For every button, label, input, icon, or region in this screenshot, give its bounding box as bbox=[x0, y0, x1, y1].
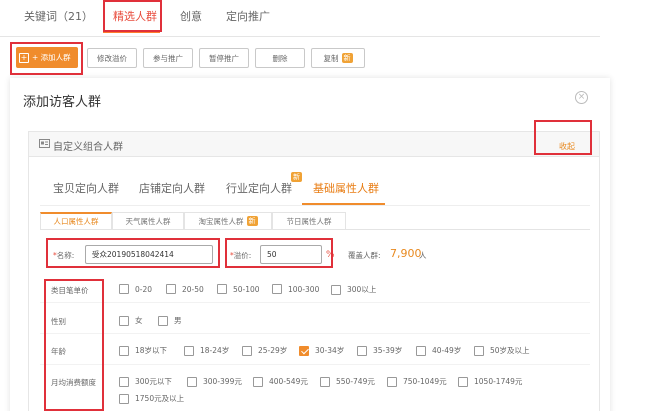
option-checkbox[interactable]: 20-50 bbox=[166, 284, 204, 294]
join-promotion-button[interactable]: 参与推广 bbox=[143, 48, 193, 68]
row-label-spend: 月均消费额度 bbox=[51, 378, 96, 387]
row-label-gender: 性别 bbox=[51, 317, 66, 326]
option-checkbox[interactable]: 18岁以下 bbox=[119, 345, 167, 356]
percent-sign: % bbox=[326, 250, 335, 260]
option-checkbox[interactable]: 25-29岁 bbox=[242, 345, 287, 356]
option-checkbox[interactable]: 30-34岁 bbox=[299, 345, 344, 356]
checkbox[interactable] bbox=[331, 284, 341, 295]
row-divider bbox=[40, 364, 590, 365]
tab-industry-audience[interactable]: 行业定向人群 bbox=[226, 180, 292, 196]
checkbox[interactable] bbox=[253, 376, 263, 387]
checkbox[interactable] bbox=[242, 345, 252, 356]
name-field[interactable]: 受众20190518042414 bbox=[85, 245, 213, 264]
checkbox[interactable] bbox=[474, 345, 484, 356]
audience-card-icon bbox=[39, 139, 50, 148]
option-checkbox[interactable]: 50岁及以上 bbox=[474, 345, 530, 356]
option-checkbox[interactable]: 550-749元 bbox=[320, 376, 375, 387]
checkbox[interactable] bbox=[272, 284, 282, 294]
plus-icon: + bbox=[19, 52, 29, 63]
option-checkbox[interactable]: 0-20 bbox=[119, 284, 152, 294]
checkbox[interactable] bbox=[119, 315, 129, 326]
panel-title: 添加访客人群 bbox=[23, 95, 102, 110]
checkbox[interactable] bbox=[184, 345, 194, 356]
tab-holiday[interactable]: 节日属性人群 bbox=[272, 212, 346, 229]
new-badge: 新 bbox=[341, 53, 353, 63]
modify-premium-button[interactable]: 修改溢价 bbox=[87, 48, 137, 68]
option-checkbox[interactable]: 400-549元 bbox=[253, 376, 308, 387]
copy-label: 复制 bbox=[323, 53, 339, 63]
checkbox[interactable] bbox=[119, 345, 129, 356]
row-divider bbox=[40, 302, 590, 303]
premium-label: *溢价: bbox=[230, 251, 252, 260]
tag-tabs-divider bbox=[40, 229, 590, 230]
new-badge: 新 bbox=[246, 216, 258, 226]
cover-count: 7,900 bbox=[390, 247, 422, 260]
option-checkbox[interactable]: 1750元及以上 bbox=[119, 393, 184, 404]
tab-selected-audience[interactable]: 精选人群 bbox=[113, 8, 157, 24]
tab-weather[interactable]: 天气属性人群 bbox=[112, 212, 184, 229]
delete-button[interactable]: 删除 bbox=[255, 48, 305, 68]
tabs-divider bbox=[0, 36, 600, 37]
option-checkbox[interactable]: 750-1049元 bbox=[387, 376, 447, 387]
checkbox[interactable] bbox=[166, 284, 176, 294]
option-checkbox[interactable]: 男 bbox=[158, 315, 182, 326]
checkbox[interactable] bbox=[357, 345, 367, 356]
tab-creative[interactable]: 创意 bbox=[180, 8, 202, 24]
tab-basic-attribute-audience[interactable]: 基础属性人群 bbox=[313, 180, 379, 196]
add-audience-label: + 添加人群 bbox=[32, 53, 71, 62]
tab-taobao-label: 淘宝属性人群 bbox=[198, 216, 244, 226]
tab-demographic[interactable]: 人口属性人群 bbox=[40, 212, 112, 229]
checkbox[interactable] bbox=[119, 393, 129, 404]
tab-keywords[interactable]: 关键词（21） bbox=[24, 8, 93, 24]
checkbox[interactable] bbox=[158, 315, 168, 326]
option-checkbox[interactable]: 50-100 bbox=[217, 284, 260, 294]
checkbox[interactable] bbox=[458, 376, 468, 387]
checkbox[interactable] bbox=[119, 376, 129, 387]
checkbox[interactable] bbox=[387, 376, 397, 387]
option-checkbox[interactable]: 女 bbox=[119, 315, 143, 326]
row-label-price: 类目笔单价 bbox=[51, 286, 89, 295]
pause-promotion-button[interactable]: 暂停推广 bbox=[199, 48, 249, 68]
cover-label: 覆盖人群: bbox=[348, 251, 381, 260]
checkbox[interactable] bbox=[217, 284, 227, 294]
option-checkbox[interactable]: 300-399元 bbox=[187, 376, 242, 387]
name-label: *名称: bbox=[53, 251, 75, 260]
checkbox[interactable] bbox=[187, 376, 197, 387]
subtab-divider bbox=[40, 205, 590, 206]
custom-audience-title: 自定义组合人群 bbox=[53, 142, 123, 153]
option-checkbox[interactable]: 18-24岁 bbox=[184, 345, 229, 356]
close-icon[interactable]: × bbox=[575, 91, 588, 104]
tab-shop-audience[interactable]: 店铺定向人群 bbox=[139, 180, 205, 196]
tab-item-audience[interactable]: 宝贝定向人群 bbox=[53, 180, 119, 196]
tab-targeted-promotion[interactable]: 定向推广 bbox=[226, 8, 270, 24]
option-checkbox[interactable]: 40-49岁 bbox=[416, 345, 461, 356]
option-checkbox[interactable]: 1050-1749元 bbox=[458, 376, 522, 387]
option-checkbox[interactable]: 100-300 bbox=[272, 284, 319, 294]
option-checkbox[interactable]: 35-39岁 bbox=[357, 345, 402, 356]
cover-unit: 人 bbox=[419, 251, 427, 260]
row-divider bbox=[40, 333, 590, 334]
premium-field[interactable]: 50 bbox=[260, 245, 322, 264]
option-checkbox[interactable]: 300以上 bbox=[331, 284, 376, 295]
option-checkbox[interactable]: 300元以下 bbox=[119, 376, 172, 387]
checkbox[interactable] bbox=[119, 284, 129, 294]
row-label-age: 年龄 bbox=[51, 347, 66, 356]
add-audience-button[interactable]: + + 添加人群 bbox=[16, 47, 78, 68]
checkbox[interactable] bbox=[416, 345, 426, 356]
checkbox[interactable] bbox=[299, 345, 309, 356]
tab-taobao[interactable]: 淘宝属性人群 新 bbox=[184, 212, 272, 229]
collapse-link[interactable]: 收起 bbox=[559, 141, 575, 152]
active-tab-indicator bbox=[103, 31, 160, 33]
copy-button[interactable]: 复制 新 bbox=[311, 48, 365, 68]
new-badge: 新 bbox=[291, 172, 302, 182]
checkbox[interactable] bbox=[320, 376, 330, 387]
